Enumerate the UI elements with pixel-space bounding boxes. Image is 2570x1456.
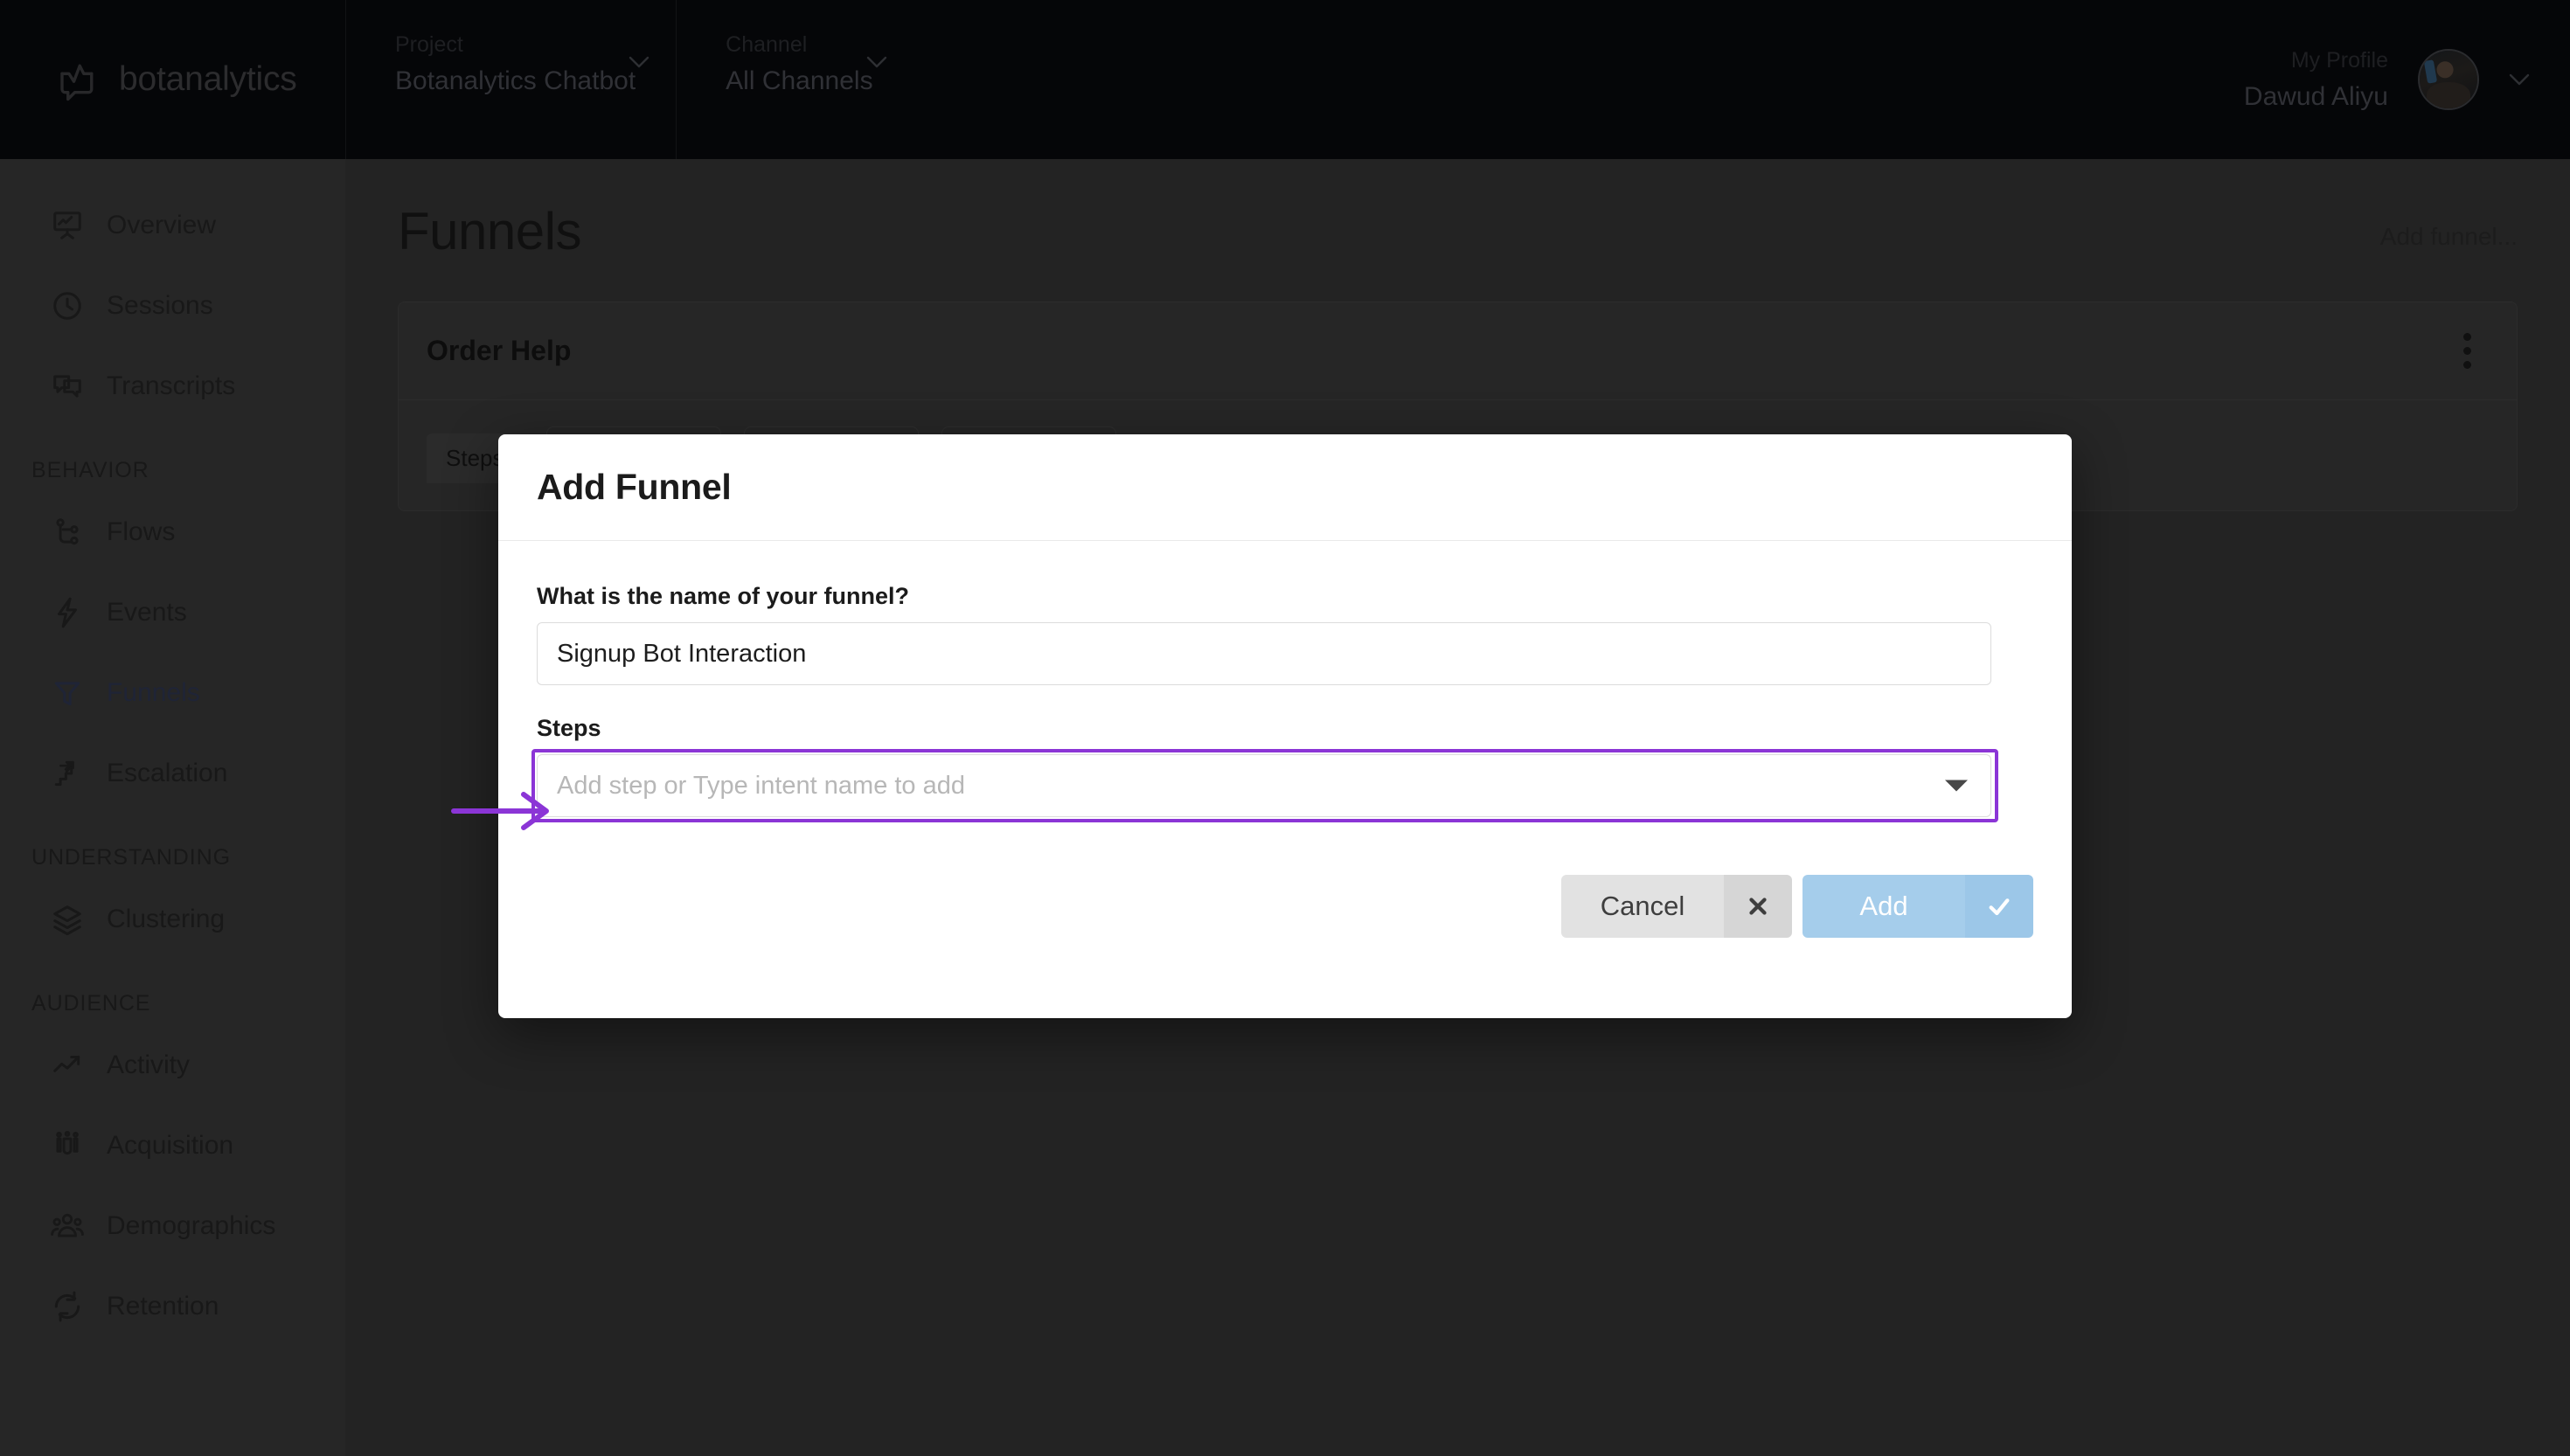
sidebar: Overview Sessions Transcripts BEHAVIOR F… <box>0 159 345 1456</box>
sidebar-item-label: Escalation <box>107 759 228 787</box>
sidebar-item-overview[interactable]: Overview <box>0 185 345 266</box>
avatar[interactable] <box>2418 49 2479 110</box>
sidebar-item-sessions[interactable]: Sessions <box>0 266 345 346</box>
sidebar-item-label: Flows <box>107 517 176 546</box>
steps-label: Steps <box>537 715 601 741</box>
stairs-arrow-icon <box>51 757 84 790</box>
app-root: botanalytics Project Botanalytics Chatbo… <box>0 0 2570 1456</box>
sidebar-item-label: Clustering <box>107 905 226 933</box>
sidebar-section-audience: AUDIENCE <box>31 991 151 1016</box>
check-icon <box>1965 875 2033 938</box>
clock-icon <box>51 289 84 322</box>
profile-name: Dawud Aliyu <box>2243 81 2388 111</box>
chat-chart-logo-icon <box>54 56 101 103</box>
caret-down-icon[interactable] <box>1945 780 1968 792</box>
sidebar-item-acquisition[interactable]: Acquisition <box>0 1106 345 1186</box>
sidebar-item-flows[interactable]: Flows <box>0 492 345 572</box>
sidebar-item-retention[interactable]: Retention <box>0 1266 345 1347</box>
funnel-card-title: Order Help <box>427 335 572 366</box>
steps-select-input[interactable]: Add step or Type intent name to add <box>537 754 1991 817</box>
sidebar-item-funnels[interactable]: Funnels <box>0 653 345 733</box>
top-bar: botanalytics Project Botanalytics Chatbo… <box>0 0 2570 159</box>
sidebar-item-transcripts[interactable]: Transcripts <box>0 346 345 426</box>
magnet-users-icon <box>51 1129 84 1162</box>
chat-bubbles-icon <box>51 370 84 403</box>
profile-menu[interactable]: My Profile Dawud Aliyu <box>2244 0 2570 159</box>
flow-nodes-icon <box>51 516 84 549</box>
presentation-chart-icon <box>51 209 84 242</box>
brand-logo[interactable]: botanalytics <box>0 0 345 159</box>
project-label: Project <box>395 32 463 57</box>
kebab-menu-icon[interactable] <box>2456 326 2478 376</box>
sidebar-section-understanding: UNDERSTANDING <box>31 845 231 870</box>
trend-up-icon <box>51 1049 84 1082</box>
add-button-label: Add <box>1802 875 1965 938</box>
chevron-down-icon <box>866 56 887 68</box>
cancel-button-label: Cancel <box>1561 875 1724 938</box>
sidebar-item-label: Demographics <box>107 1211 276 1240</box>
sidebar-item-events[interactable]: Events <box>0 572 345 653</box>
cancel-button[interactable]: Cancel <box>1561 875 1792 938</box>
people-group-icon <box>51 1210 84 1243</box>
sidebar-item-label: Funnels <box>107 678 200 707</box>
refresh-cycle-icon <box>51 1290 84 1323</box>
sidebar-item-label: Activity <box>107 1050 191 1079</box>
project-value: Botanalytics Chatbot <box>395 66 636 95</box>
page-header: Funnels Add funnel... <box>398 201 2518 261</box>
modal-body: What is the name of your funnel? Steps A… <box>498 541 2072 938</box>
lightning-icon <box>51 596 84 629</box>
funnel-card-header: Order Help <box>399 302 2517 400</box>
channel-selector[interactable]: Channel All Channels <box>676 0 913 159</box>
add-funnel-link[interactable]: Add funnel... <box>2380 223 2518 261</box>
steps-field-wrapper: Add step or Type intent name to add <box>531 749 2033 822</box>
chevron-down-icon <box>629 56 649 68</box>
funnel-icon <box>51 676 84 710</box>
sidebar-item-escalation[interactable]: Escalation <box>0 733 345 814</box>
funnel-name-label: What is the name of your funnel? <box>537 583 910 609</box>
funnel-name-input[interactable] <box>537 622 1991 685</box>
modal-header: Add Funnel <box>498 434 2072 541</box>
channel-label: Channel <box>726 32 808 57</box>
sidebar-item-clustering[interactable]: Clustering <box>0 879 345 960</box>
project-selector[interactable]: Project Botanalytics Chatbot <box>345 0 676 159</box>
sidebar-item-label: Acquisition <box>107 1131 234 1160</box>
sidebar-item-label: Overview <box>107 211 217 239</box>
brand-name: botanalytics <box>119 60 297 98</box>
add-funnel-modal: Add Funnel What is the name of your funn… <box>498 434 2072 1018</box>
page-title: Funnels <box>398 202 581 260</box>
modal-title: Add Funnel <box>537 467 732 507</box>
modal-button-row: Cancel Add <box>537 875 2033 938</box>
sidebar-item-demographics[interactable]: Demographics <box>0 1186 345 1266</box>
sidebar-item-label: Events <box>107 598 187 627</box>
add-button[interactable]: Add <box>1802 875 2033 938</box>
profile-text: My Profile Dawud Aliyu <box>2244 47 2388 111</box>
steps-placeholder: Add step or Type intent name to add <box>557 771 966 800</box>
close-x-icon <box>1724 875 1792 938</box>
profile-label: My Profile <box>2290 48 2388 73</box>
sidebar-item-label: Sessions <box>107 291 213 320</box>
sidebar-item-label: Retention <box>107 1292 219 1321</box>
chevron-down-icon[interactable] <box>2509 73 2530 86</box>
layers-icon <box>51 903 84 936</box>
sidebar-item-label: Transcripts <box>107 371 236 400</box>
channel-value: All Channels <box>726 66 873 95</box>
sidebar-item-activity[interactable]: Activity <box>0 1025 345 1106</box>
header-spacer <box>913 0 2244 159</box>
sidebar-section-behavior: BEHAVIOR <box>31 458 149 482</box>
